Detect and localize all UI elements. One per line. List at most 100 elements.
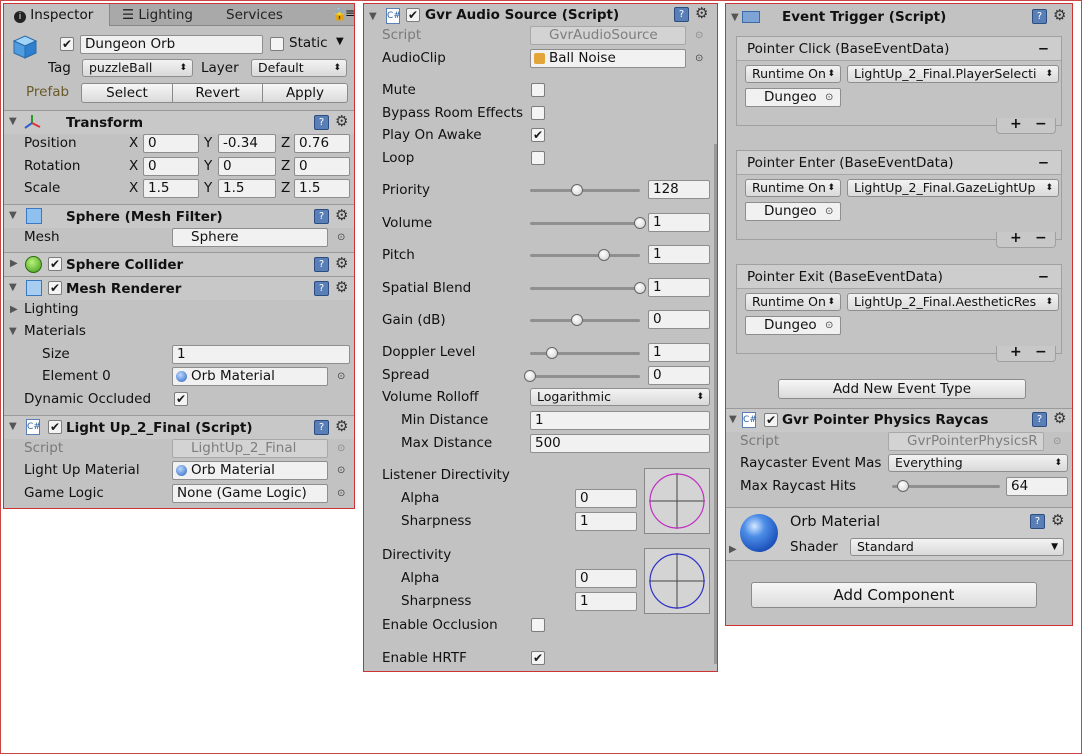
- loop-checkbox[interactable]: [531, 151, 545, 165]
- help-book-icon[interactable]: ?: [674, 7, 689, 22]
- help-book-icon[interactable]: ?: [314, 209, 329, 224]
- object-picker-icon[interactable]: ⊙: [337, 228, 345, 247]
- max-distance-field[interactable]: 500: [530, 434, 710, 453]
- object-picker-icon[interactable]: ⊙: [825, 88, 833, 107]
- minus-icon[interactable]: −: [1035, 345, 1047, 359]
- tag-dropdown[interactable]: puzzleBall ⬍: [82, 59, 193, 77]
- minus-icon[interactable]: −: [1035, 231, 1047, 245]
- spread-field[interactable]: 0: [648, 366, 710, 385]
- plus-icon[interactable]: +: [1010, 345, 1022, 359]
- volume-slider-track[interactable]: [530, 222, 640, 225]
- remove-event-icon[interactable]: −: [1038, 265, 1049, 289]
- help-book-icon[interactable]: ?: [1032, 412, 1047, 427]
- function-dropdown[interactable]: LightUp_2_Final.GazeLightUp ⬍: [847, 179, 1059, 197]
- prefab-revert-button[interactable]: Revert: [172, 83, 263, 103]
- prefab-apply-button[interactable]: Apply: [262, 83, 348, 103]
- position-x-field[interactable]: 0: [143, 134, 199, 153]
- enable-hrtf-checkbox[interactable]: ✔: [531, 651, 545, 665]
- gear-icon[interactable]: ⚙: [1053, 8, 1066, 23]
- gear-icon[interactable]: ⚙: [335, 256, 348, 271]
- fold-arrow-icon[interactable]: ▼: [731, 12, 739, 23]
- lighting-fold-arrow-icon[interactable]: ▶: [10, 304, 18, 315]
- directivity-sharpness-field[interactable]: 1: [575, 592, 637, 611]
- spread-slider-track[interactable]: [530, 375, 640, 378]
- dynamic-occluded-checkbox[interactable]: ✔: [174, 392, 188, 406]
- enable-occlusion-checkbox[interactable]: [531, 618, 545, 632]
- materials-size-field[interactable]: 1: [172, 345, 350, 364]
- directivity-alpha-field[interactable]: 0: [575, 569, 637, 588]
- tab-services[interactable]: Services: [226, 4, 283, 26]
- pitch-slider-thumb[interactable]: [597, 249, 610, 261]
- gain-slider-thumb[interactable]: [571, 314, 584, 326]
- materials-foldout-label[interactable]: Materials: [24, 323, 86, 339]
- fold-arrow-icon[interactable]: ▼: [729, 414, 737, 425]
- spatial-blend-field[interactable]: 1: [648, 278, 710, 297]
- fold-arrow-icon[interactable]: ▼: [9, 210, 17, 221]
- audio-enabled-checkbox[interactable]: ✔: [406, 8, 420, 22]
- fold-arrow-icon[interactable]: ▼: [9, 421, 17, 432]
- play-on-awake-checkbox[interactable]: ✔: [531, 128, 545, 142]
- lighting-foldout-label[interactable]: Lighting: [24, 301, 79, 317]
- object-picker-icon[interactable]: ⊙: [337, 461, 345, 480]
- gear-icon[interactable]: ⚙: [695, 6, 708, 21]
- prefab-select-button[interactable]: Select: [81, 83, 173, 103]
- help-book-icon[interactable]: ?: [314, 257, 329, 272]
- gear-icon[interactable]: ⚙: [1051, 513, 1064, 528]
- gear-icon[interactable]: ⚙: [335, 419, 348, 434]
- rotation-x-field[interactable]: 0: [143, 157, 199, 176]
- fold-arrow-icon[interactable]: ▶: [729, 544, 737, 555]
- help-book-icon[interactable]: ?: [314, 281, 329, 296]
- gain-slider-track[interactable]: [530, 319, 640, 322]
- fold-arrow-icon[interactable]: ▼: [9, 282, 17, 293]
- object-picker-icon[interactable]: ⊙: [695, 49, 703, 68]
- lightup-enabled-checkbox[interactable]: ✔: [48, 420, 62, 434]
- static-dropdown-icon[interactable]: ▼: [336, 36, 344, 47]
- help-book-icon[interactable]: ?: [1030, 514, 1045, 529]
- runtime-mode-dropdown[interactable]: Runtime On ⬍: [745, 293, 841, 311]
- max-hits-slider-thumb[interactable]: [896, 480, 909, 492]
- renderer-enabled-checkbox[interactable]: ✔: [48, 281, 62, 295]
- raycaster-enabled-checkbox[interactable]: ✔: [764, 413, 778, 427]
- priority-slider-thumb[interactable]: [571, 184, 584, 196]
- element-0-field[interactable]: Orb Material: [172, 367, 328, 386]
- layer-dropdown[interactable]: Default ⬍: [251, 59, 347, 77]
- rolloff-dropdown[interactable]: Logarithmic ⬍: [530, 388, 710, 406]
- doppler-field[interactable]: 1: [648, 343, 710, 362]
- fold-arrow-icon[interactable]: ▼: [369, 11, 377, 22]
- remove-event-icon[interactable]: −: [1038, 151, 1049, 175]
- gear-icon[interactable]: ⚙: [335, 114, 348, 129]
- help-book-icon[interactable]: ?: [1032, 9, 1047, 24]
- spatial-blend-slider-track[interactable]: [530, 287, 640, 290]
- menu-icon[interactable]: ≡: [345, 6, 354, 20]
- active-checkbox[interactable]: ✔: [60, 37, 74, 51]
- gear-icon[interactable]: ⚙: [335, 280, 348, 295]
- max-raycast-hits-field[interactable]: 64: [1006, 477, 1068, 496]
- runtime-mode-dropdown[interactable]: Runtime On ⬍: [745, 65, 841, 83]
- rotation-z-field[interactable]: 0: [294, 157, 350, 176]
- help-book-icon[interactable]: ?: [314, 420, 329, 435]
- object-picker-icon[interactable]: ⊙: [825, 202, 833, 221]
- volume-field[interactable]: 1: [648, 213, 710, 232]
- gear-icon[interactable]: ⚙: [335, 208, 348, 223]
- fold-arrow-icon[interactable]: ▶: [10, 258, 18, 269]
- runtime-mode-dropdown[interactable]: Runtime On ⬍: [745, 179, 841, 197]
- listener-sharpness-field[interactable]: 1: [575, 512, 637, 531]
- mute-checkbox[interactable]: [531, 83, 545, 97]
- rotation-y-field[interactable]: 0: [218, 157, 276, 176]
- object-picker-icon[interactable]: ⊙: [337, 484, 345, 503]
- object-name-field[interactable]: Dungeon Orb: [80, 35, 263, 54]
- help-book-icon[interactable]: ?: [314, 115, 329, 130]
- scale-x-field[interactable]: 1.5: [143, 179, 199, 198]
- add-component-button[interactable]: Add Component: [751, 582, 1037, 608]
- collider-enabled-checkbox[interactable]: ✔: [48, 257, 62, 271]
- mesh-field[interactable]: Sphere: [172, 228, 328, 247]
- min-distance-field[interactable]: 1: [530, 411, 710, 430]
- position-z-field[interactable]: 0.76: [294, 134, 350, 153]
- function-dropdown[interactable]: LightUp_2_Final.AestheticRes ⬍: [847, 293, 1059, 311]
- doppler-slider-thumb[interactable]: [546, 347, 558, 359]
- priority-slider-track[interactable]: [530, 189, 640, 192]
- pitch-field[interactable]: 1: [648, 245, 710, 264]
- bypass-checkbox[interactable]: [531, 106, 545, 120]
- audioclip-field[interactable]: Ball Noise: [530, 49, 686, 68]
- plus-icon[interactable]: +: [1010, 231, 1022, 245]
